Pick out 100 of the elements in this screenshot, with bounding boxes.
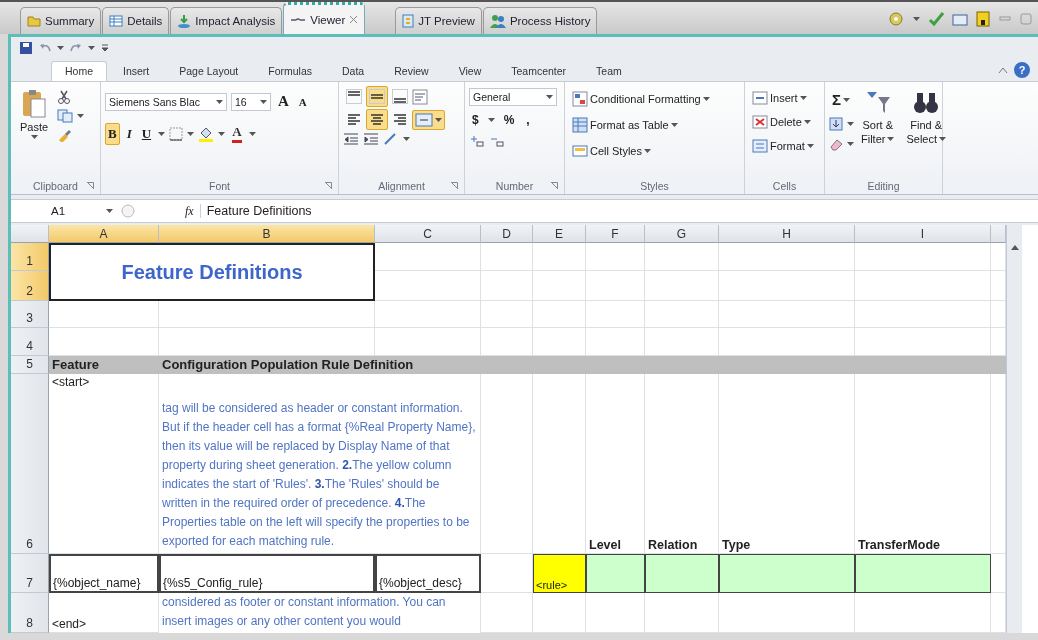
row-header[interactable]: 3 [11, 301, 49, 328]
undo-icon[interactable] [39, 42, 51, 54]
column-header[interactable]: G [645, 225, 719, 243]
caret-icon[interactable] [248, 131, 256, 136]
column-header[interactable]: D [481, 225, 533, 243]
row-header[interactable]: 4 [11, 328, 49, 356]
redo-icon[interactable] [70, 42, 82, 54]
function-button[interactable]: fx [185, 203, 194, 219]
column-header[interactable]: B [159, 225, 375, 243]
arrow-icon[interactable] [177, 14, 192, 28]
column-header[interactable]: C [375, 225, 481, 243]
increase-indent-icon[interactable] [363, 132, 379, 146]
editor-tab[interactable]: Summary [20, 7, 102, 34]
italic-button[interactable]: I [123, 122, 135, 145]
row-header[interactable]: 8 [11, 593, 49, 633]
row-header[interactable]: 5 [11, 356, 49, 374]
caret-icon[interactable] [913, 17, 920, 21]
editor-tab[interactable]: Process History [482, 7, 598, 34]
row-header[interactable]: 6 [11, 374, 49, 554]
ribbon-tab[interactable]: Team [582, 61, 636, 81]
caret-icon[interactable] [403, 137, 410, 141]
font-color-button[interactable]: A [229, 121, 245, 146]
grow-font-button[interactable]: A [275, 90, 292, 113]
name-box[interactable]: A1 [11, 205, 121, 217]
editor-tab[interactable]: Viewer [283, 2, 366, 34]
launcher-icon[interactable] [551, 182, 558, 189]
caret-icon[interactable] [487, 118, 495, 122]
sort-filter-button[interactable]: Sort & Filter [856, 86, 900, 178]
caret-icon[interactable] [799, 96, 807, 100]
increase-decimal-icon[interactable] [469, 134, 485, 148]
cells-menu-button[interactable]: Format [749, 136, 820, 156]
styles-menu-button[interactable]: Cell Styles [569, 140, 740, 162]
align-middle-button[interactable] [366, 86, 388, 107]
column-header[interactable]: I [855, 225, 991, 243]
number-format-dropdown[interactable]: General [469, 88, 557, 106]
caret-icon[interactable] [57, 46, 64, 50]
people-icon[interactable] [489, 14, 506, 28]
caret-icon[interactable] [847, 142, 854, 146]
ribbon-tab[interactable]: Home [51, 61, 107, 81]
fill-down-icon[interactable] [829, 117, 843, 131]
scroll-up-icon[interactable] [1010, 245, 1019, 250]
caret-icon[interactable] [218, 131, 226, 136]
paste-button[interactable]: Paste [15, 86, 54, 178]
save-icon[interactable] [19, 41, 33, 55]
vertical-scrollbar[interactable] [1006, 225, 1022, 633]
caret-icon[interactable] [670, 123, 678, 127]
caret-icon[interactable] [939, 137, 947, 141]
caret-icon[interactable] [643, 149, 651, 153]
ribbon-tab[interactable]: Formulas [254, 61, 326, 81]
caret-icon[interactable] [843, 97, 850, 102]
cells-menu-button[interactable]: Delete [749, 112, 820, 132]
editor-tab[interactable]: Impact Analysis [170, 7, 283, 34]
eraser-icon[interactable] [829, 137, 843, 151]
column-header[interactable]: F [586, 225, 645, 243]
ribbon-tab[interactable]: Data [328, 61, 379, 81]
row-header[interactable]: 2 [11, 271, 49, 301]
merge-button[interactable] [412, 109, 445, 130]
row-header[interactable]: 7 [11, 554, 49, 593]
caret-icon[interactable] [88, 46, 95, 50]
launcher-icon[interactable] [451, 182, 458, 189]
find-select-button[interactable]: Find & Select [901, 86, 952, 178]
ribbon-tab[interactable]: Insert [109, 61, 164, 81]
customize-icon[interactable] [101, 43, 109, 53]
autosum-button[interactable]: Σ [829, 88, 854, 111]
column-header[interactable]: H [719, 225, 855, 243]
caret-icon[interactable] [847, 122, 854, 126]
caret-icon[interactable] [187, 131, 195, 136]
caret-icon[interactable] [260, 99, 267, 104]
font-size-dropdown[interactable]: 16 [231, 92, 271, 111]
number-format-button[interactable]: $ [469, 112, 482, 128]
ribbon-tab[interactable]: Review [380, 61, 443, 81]
caret-icon[interactable] [77, 114, 85, 118]
collapse-icon[interactable] [998, 66, 1008, 74]
caret-icon[interactable] [106, 209, 113, 213]
styles-menu-button[interactable]: Conditional Formatting [569, 88, 740, 110]
editor-tab[interactable]: JT Preview [395, 7, 482, 34]
ribbon-tab[interactable]: Page Layout [165, 61, 253, 81]
borders-icon[interactable] [169, 126, 184, 141]
underline-button[interactable]: U [138, 122, 155, 145]
close-icon[interactable] [349, 15, 359, 24]
align-bottom-button[interactable] [389, 86, 411, 107]
decrease-indent-icon[interactable] [343, 132, 359, 146]
number-format-button[interactable]: % [500, 112, 518, 128]
caret-icon[interactable] [806, 144, 814, 148]
align-top-button[interactable] [343, 86, 365, 107]
column-header[interactable]: A [49, 225, 159, 243]
table-icon[interactable] [109, 15, 124, 27]
styles-menu-button[interactable]: Format as Table [569, 114, 740, 136]
ribbon-tab[interactable]: Teamcenter [497, 61, 581, 81]
check-icon[interactable] [928, 11, 944, 27]
font-name-dropdown[interactable]: Siemens Sans Blac [105, 92, 227, 111]
save-icon[interactable] [976, 11, 990, 27]
launcher-icon[interactable] [87, 182, 94, 189]
caret-icon[interactable] [546, 95, 553, 99]
scissors-icon[interactable] [57, 90, 72, 104]
row-header[interactable]: 1 [11, 243, 49, 271]
caret-icon[interactable] [435, 117, 442, 122]
caret-icon[interactable] [216, 99, 223, 104]
number-format-button[interactable]: , [523, 112, 533, 128]
shrink-font-button[interactable]: A [295, 92, 310, 111]
